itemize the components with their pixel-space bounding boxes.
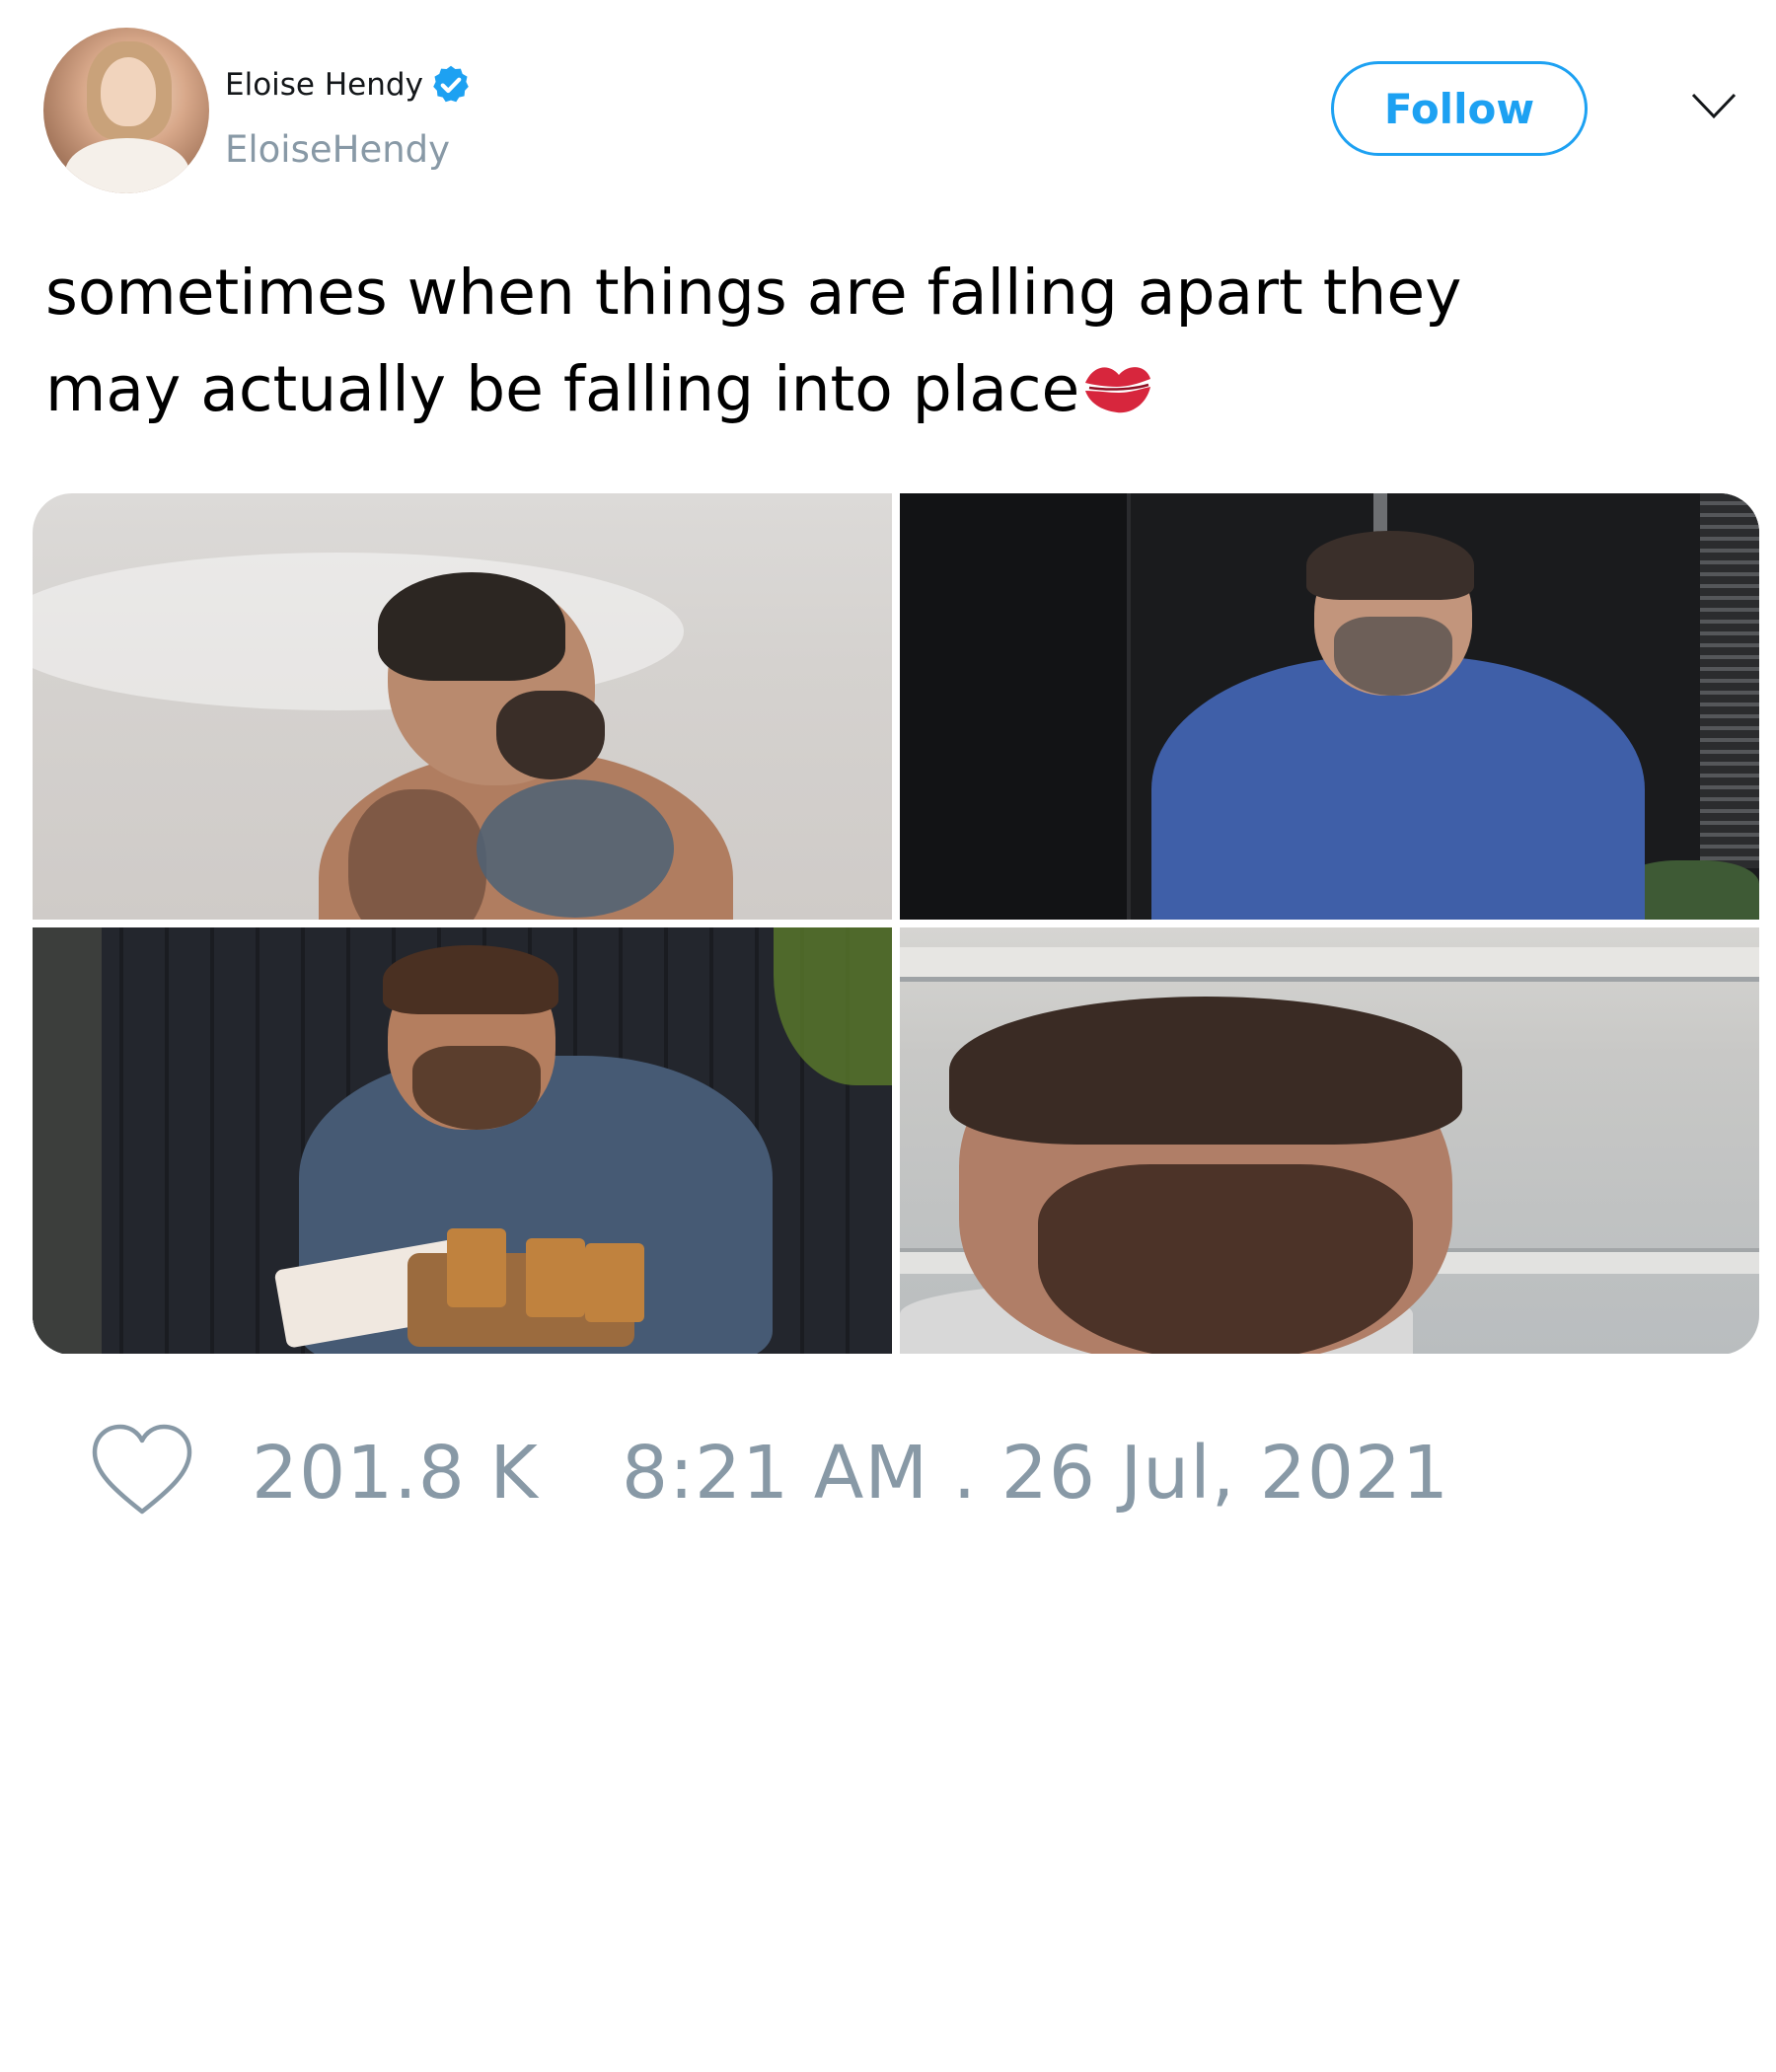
man-beard [496, 691, 605, 779]
coffee-cup [447, 1228, 506, 1307]
media-image-3[interactable] [33, 927, 892, 1354]
tweet-media-grid[interactable] [33, 493, 1759, 1355]
man-hair [949, 997, 1462, 1145]
man-hair [378, 572, 565, 681]
tweet-text: sometimes when things are falling apart … [45, 245, 1742, 438]
author-handle[interactable]: EloiseHendy [225, 128, 450, 171]
chevron-down-icon[interactable] [1689, 87, 1739, 126]
coffee-cup [585, 1243, 644, 1322]
author-display-name[interactable]: Eloise Hendy [225, 67, 423, 103]
author-display-name-row[interactable]: Eloise Hendy [225, 63, 473, 107]
media-image-2[interactable] [900, 493, 1759, 920]
striped-wall [1700, 493, 1759, 868]
door-frame [33, 927, 102, 1354]
like-count[interactable]: 201.8 K [252, 1431, 539, 1516]
man-beard [412, 1046, 541, 1130]
back-tattoo [348, 789, 486, 920]
man-hair [383, 945, 558, 1014]
follow-button[interactable]: Follow [1331, 61, 1588, 156]
shoulder-tattoo [477, 779, 674, 918]
window-rail [900, 947, 1759, 982]
verified-badge-icon [433, 65, 469, 103]
blue-sweater [1151, 656, 1645, 920]
tweet-timestamp[interactable]: 8:21 AM . 26 Jul, 2021 [622, 1431, 1449, 1516]
dark-door [900, 493, 1131, 920]
coffee-cup [526, 1238, 585, 1317]
heart-icon[interactable] [89, 1421, 195, 1519]
man-beard [1038, 1164, 1413, 1354]
author-avatar[interactable] [43, 28, 209, 193]
avatar-shoulders [65, 138, 189, 193]
media-image-1[interactable] [33, 493, 892, 920]
man-beard [1334, 617, 1452, 696]
man-hair [1306, 531, 1474, 600]
tweet-stats [89, 1421, 195, 1519]
avatar-face [101, 57, 156, 126]
tweet-text-line-2: may actually be falling into place [45, 353, 1080, 425]
tweet-text-line-1: sometimes when things are falling apart … [45, 257, 1462, 329]
media-image-4[interactable] [900, 927, 1759, 1354]
kiss-mark-emoji-icon [1085, 367, 1151, 413]
